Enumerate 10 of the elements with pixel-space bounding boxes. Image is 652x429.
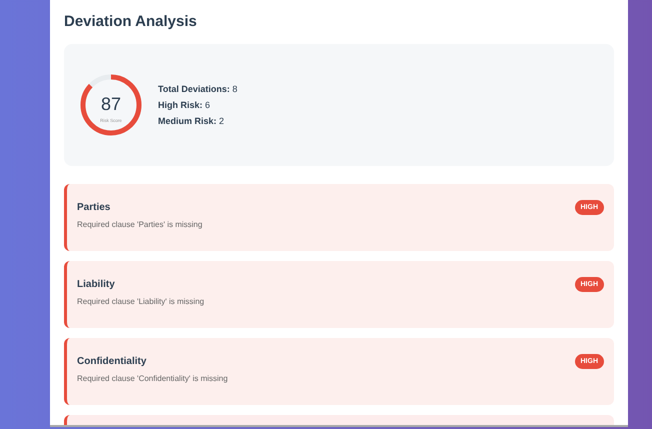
deviation-title: Confidentiality xyxy=(77,356,148,367)
deviation-title: Liability xyxy=(77,279,116,290)
deviation-title: Parties xyxy=(77,202,112,213)
stat-line: Medium Risk: 2 xyxy=(158,116,226,126)
deviation-description: Required clause 'Liability' is missing xyxy=(77,297,204,306)
deviation-description: Required clause 'Confidentiality' is missing xyxy=(77,374,228,383)
deviation-description: Required clause 'Parties' is missing xyxy=(77,220,202,229)
stat-line: High Risk: 6 xyxy=(158,100,212,110)
page-title: Deviation Analysis xyxy=(64,12,198,32)
stat-line: Total Deviations: 8 xyxy=(158,84,238,94)
